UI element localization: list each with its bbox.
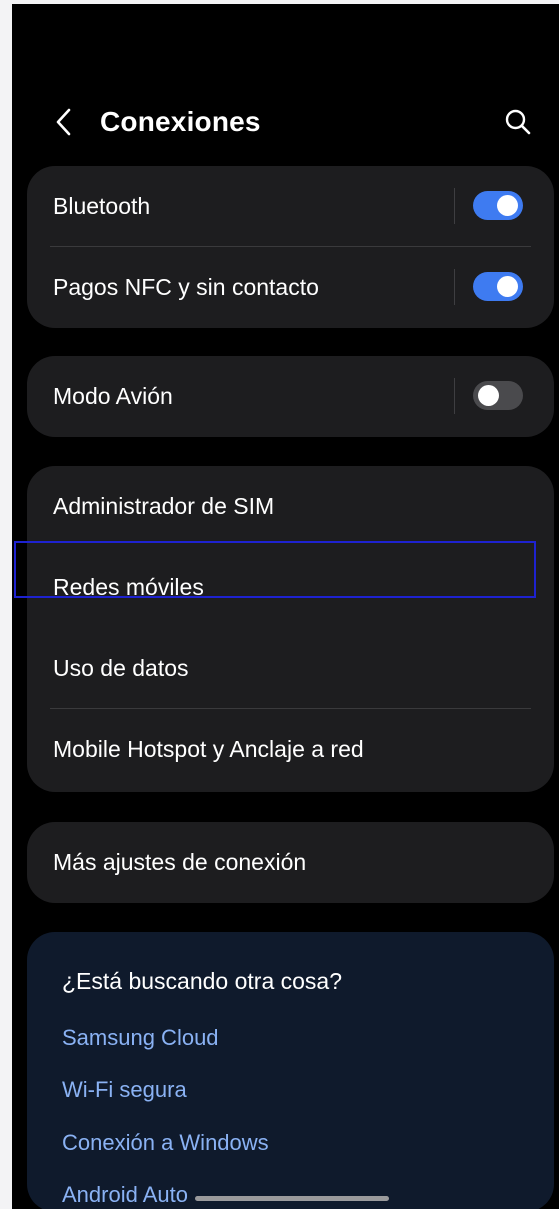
row-sim-manager[interactable]: Administrador de SIM: [27, 466, 554, 547]
separator: [454, 188, 455, 224]
toggle-knob: [497, 195, 518, 216]
chevron-left-icon: [56, 108, 71, 136]
card-airplane-mode: Modo Avión: [27, 356, 554, 437]
separator: [454, 269, 455, 305]
separator: [454, 378, 455, 414]
toggle-knob: [478, 385, 499, 406]
card-more-settings: Más ajustes de conexión: [27, 822, 554, 903]
row-data-usage[interactable]: Uso de datos: [27, 628, 554, 709]
card-network: Administrador de SIM Redes móviles Uso d…: [27, 466, 554, 792]
link-android-auto[interactable]: Android Auto: [62, 1182, 188, 1208]
link-samsung-cloud[interactable]: Samsung Cloud: [62, 1025, 219, 1051]
link-secure-wifi[interactable]: Wi-Fi segura: [62, 1077, 187, 1103]
home-indicator[interactable]: [195, 1196, 389, 1201]
row-mobile-networks[interactable]: Redes móviles: [27, 547, 554, 628]
row-bluetooth[interactable]: Bluetooth: [27, 166, 554, 247]
suggestions-title: ¿Está buscando otra cosa?: [62, 968, 342, 994]
settings-screen: Conexiones Bluetooth Pagos NFC y sin con…: [12, 4, 559, 1209]
row-label: Redes móviles: [53, 574, 204, 600]
suggestions-card: ¿Está buscando otra cosa? Samsung Cloud …: [27, 932, 554, 1209]
search-icon: [505, 109, 531, 135]
card-bluetooth-nfc: Bluetooth Pagos NFC y sin contacto: [27, 166, 554, 328]
back-button[interactable]: [46, 104, 82, 140]
row-nfc-payments[interactable]: Pagos NFC y sin contacto: [27, 247, 554, 328]
nfc-toggle[interactable]: [473, 272, 523, 301]
row-label: Más ajustes de conexión: [53, 849, 307, 875]
page-title: Conexiones: [100, 106, 261, 137]
row-airplane-mode[interactable]: Modo Avión: [27, 356, 554, 437]
row-label: Modo Avión: [53, 383, 173, 409]
link-connect-to-windows[interactable]: Conexión a Windows: [62, 1130, 269, 1156]
row-label: Administrador de SIM: [53, 493, 275, 519]
row-mobile-hotspot[interactable]: Mobile Hotspot y Anclaje a red: [27, 709, 554, 790]
row-label: Mobile Hotspot y Anclaje a red: [53, 736, 364, 762]
row-label: Uso de datos: [53, 655, 189, 681]
row-label: Pagos NFC y sin contacto: [53, 274, 319, 300]
toggle-knob: [497, 276, 518, 297]
search-button[interactable]: [500, 104, 536, 140]
header: Conexiones: [12, 96, 559, 152]
row-label: Bluetooth: [53, 193, 151, 219]
bluetooth-toggle[interactable]: [473, 191, 523, 220]
airplane-mode-toggle[interactable]: [473, 381, 523, 410]
row-more-connection-settings[interactable]: Más ajustes de conexión: [27, 822, 554, 903]
